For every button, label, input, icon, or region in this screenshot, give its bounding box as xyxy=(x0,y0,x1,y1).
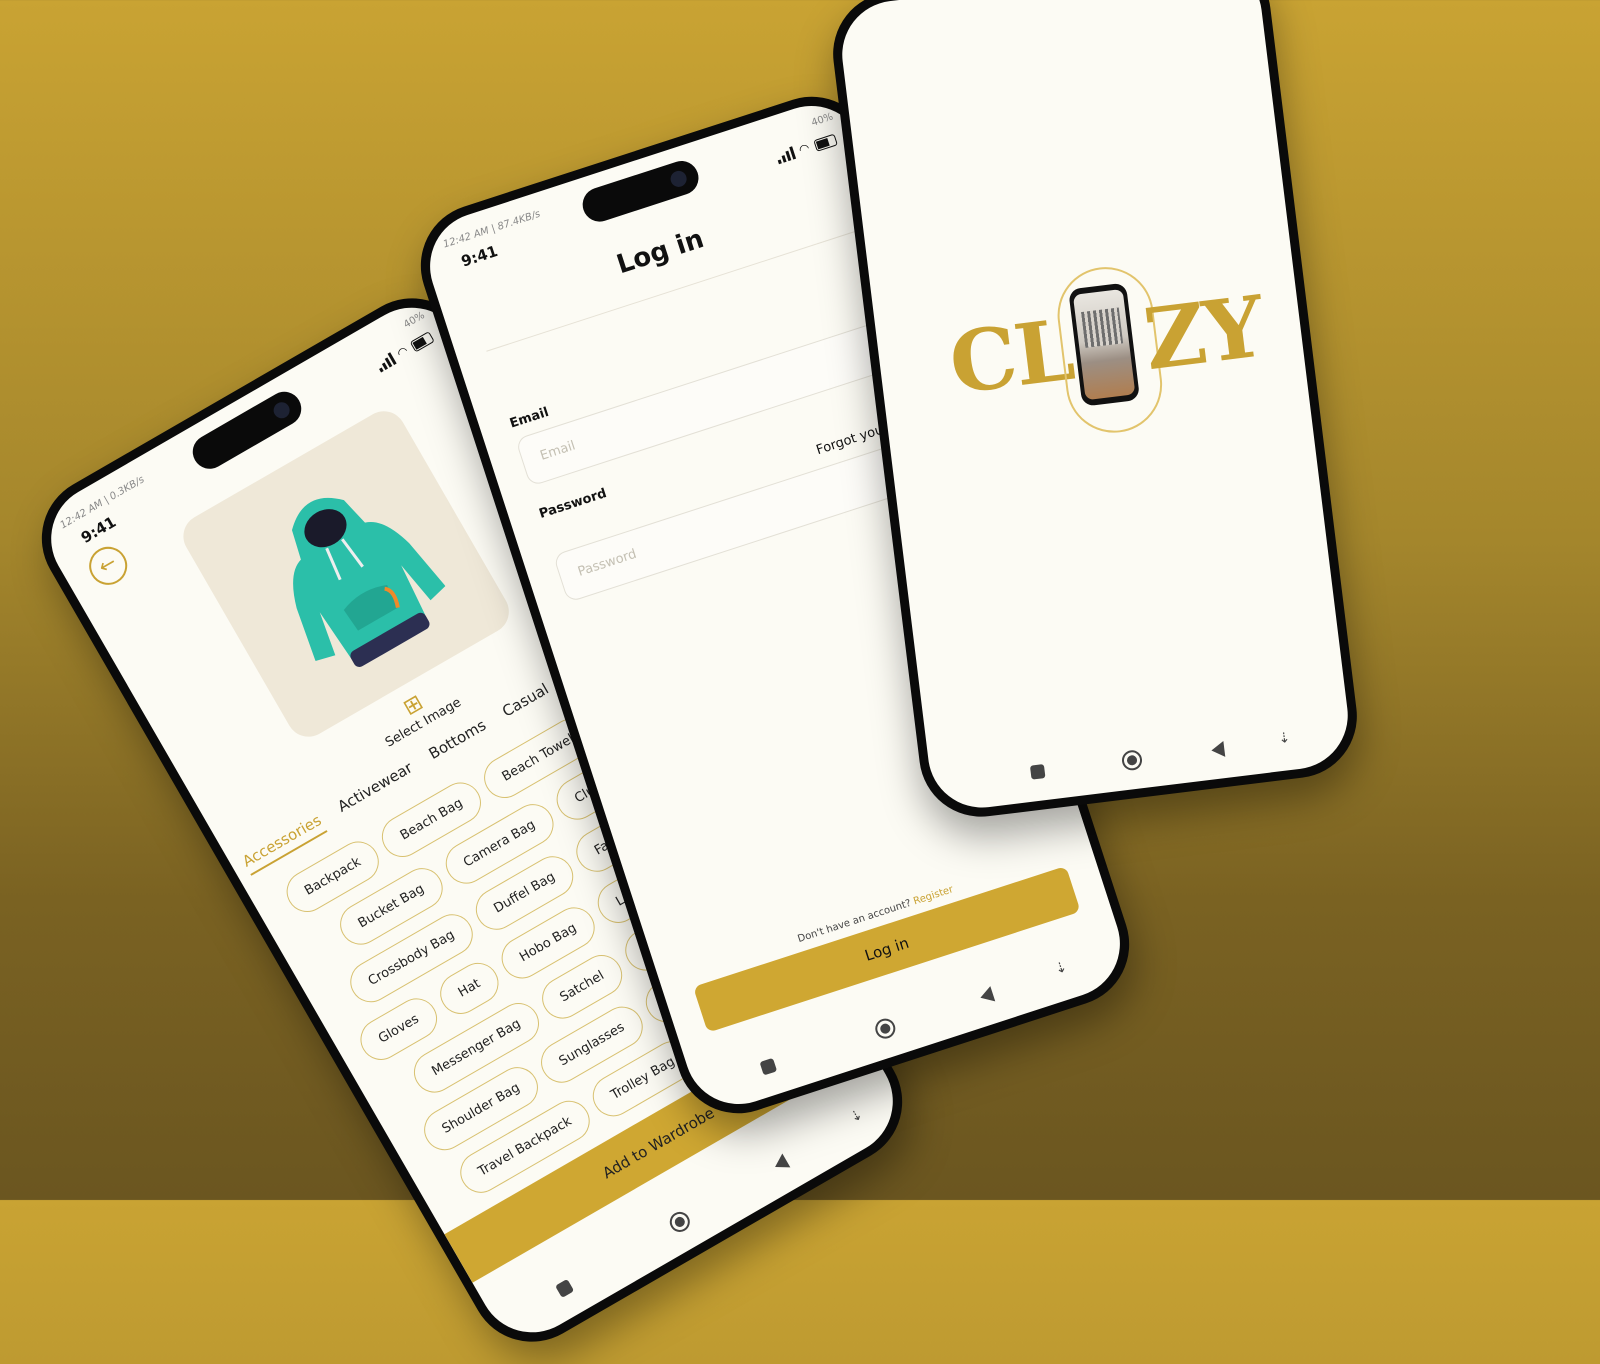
dynamic-island xyxy=(578,156,703,226)
cellular-signal-icon xyxy=(374,352,397,373)
logo-wardrobe-image xyxy=(1072,288,1136,401)
signal-icons: ◠ xyxy=(774,132,838,165)
recent-apps-icon[interactable] xyxy=(555,1278,575,1299)
home-icon[interactable] xyxy=(872,1016,898,1042)
hoodie-image xyxy=(291,497,446,667)
tab-casual[interactable]: Casual xyxy=(499,680,555,726)
accessibility-icon[interactable]: ⇣ xyxy=(1278,730,1292,747)
chip-item[interactable]: Hat xyxy=(432,955,506,1022)
back-button[interactable]: ← xyxy=(82,539,135,592)
password-label: Password xyxy=(537,486,609,522)
splash-screen: CL ZY ⇣ xyxy=(836,0,1354,814)
camera-icon xyxy=(668,168,689,190)
accessibility-icon[interactable]: ⇣ xyxy=(848,1107,866,1127)
wifi-icon: ◠ xyxy=(797,140,812,157)
camera-icon xyxy=(270,399,293,422)
battery-icon xyxy=(409,331,435,353)
back-nav-icon[interactable] xyxy=(1210,741,1226,759)
status-time: 9:41 xyxy=(458,241,500,271)
wifi-icon: ◠ xyxy=(394,343,411,361)
home-icon[interactable] xyxy=(1120,749,1144,772)
back-nav-icon[interactable] xyxy=(771,1153,791,1174)
signal-icons: ◠ xyxy=(374,329,435,373)
app-logo: CL ZY xyxy=(941,250,1267,439)
cellular-signal-icon xyxy=(775,146,796,165)
battery-percent: 40% xyxy=(810,111,835,129)
recent-apps-icon[interactable] xyxy=(759,1057,778,1076)
home-icon[interactable] xyxy=(666,1208,694,1236)
battery-percent: 40% xyxy=(401,310,427,331)
battery-icon xyxy=(813,133,838,152)
logo-text-right: ZY xyxy=(1138,276,1268,390)
recent-apps-icon[interactable] xyxy=(1029,764,1046,780)
email-label: Email xyxy=(507,404,551,432)
android-nav-bar: ⇣ xyxy=(930,721,1352,798)
back-nav-icon[interactable] xyxy=(977,986,996,1006)
accessibility-icon[interactable]: ⇣ xyxy=(1053,959,1069,978)
